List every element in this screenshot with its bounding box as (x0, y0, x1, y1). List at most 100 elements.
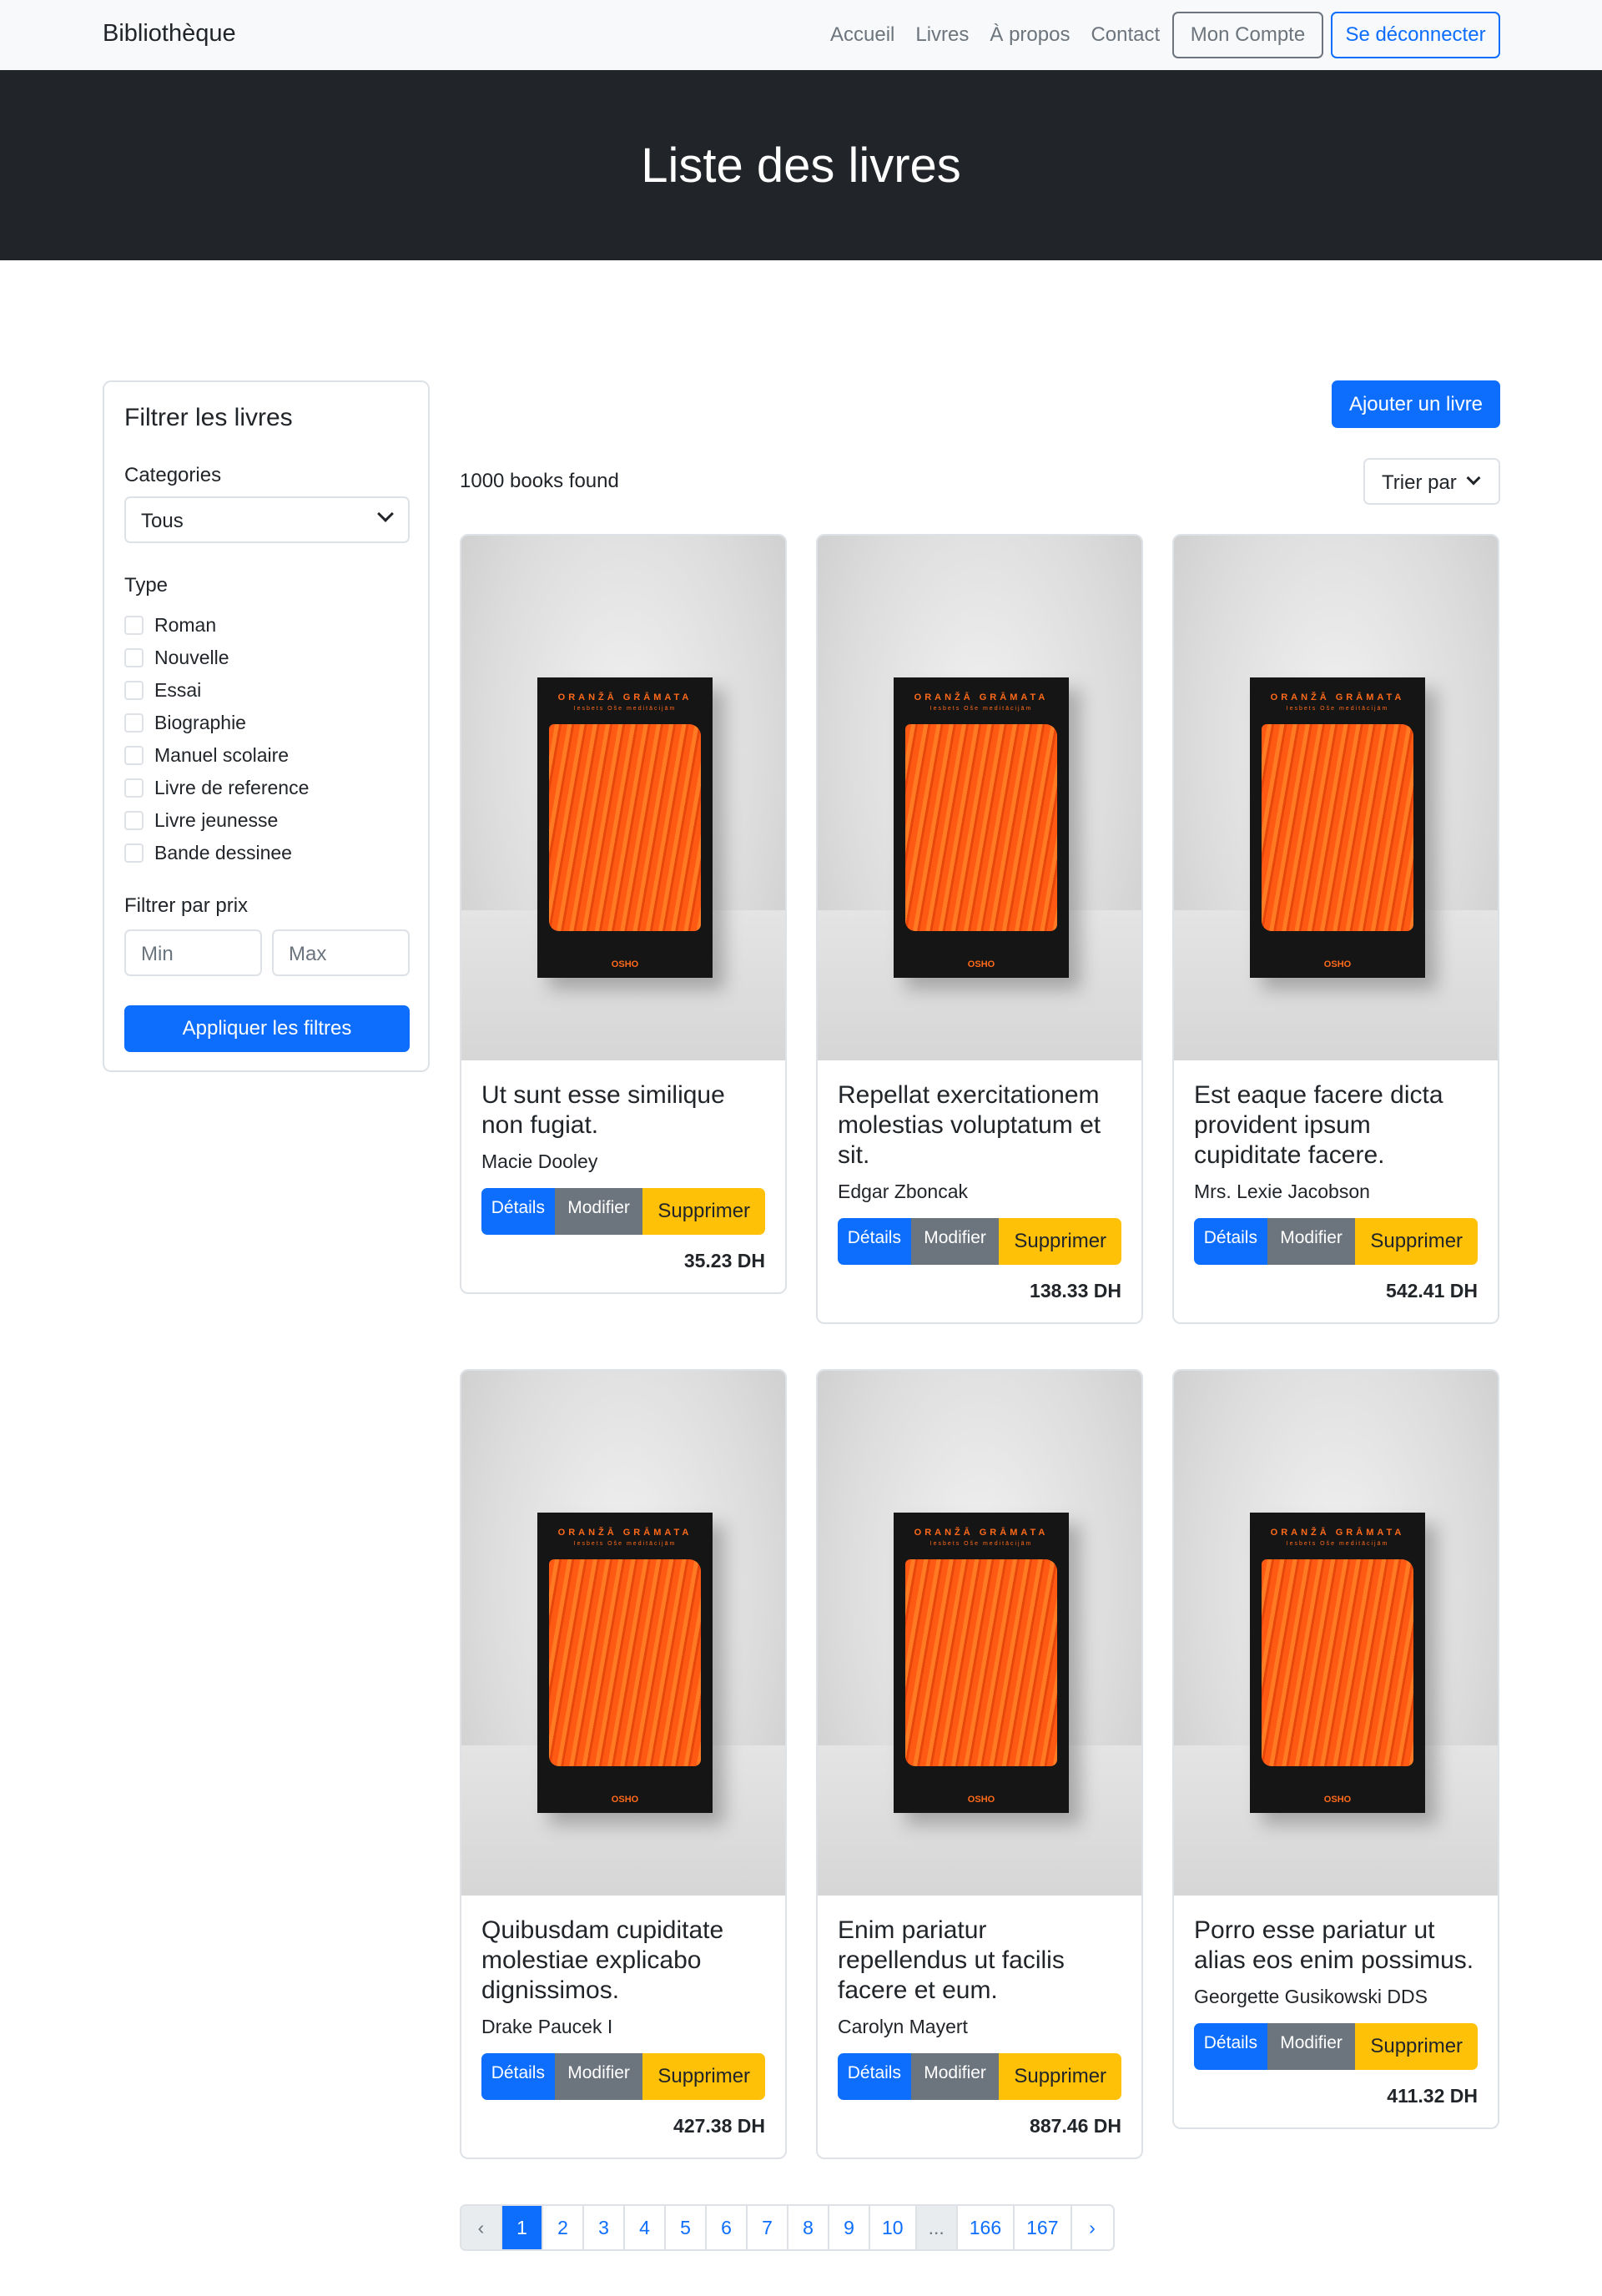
book-price: 411.32 DH (1387, 2085, 1478, 2107)
type-option-label: Essai (154, 679, 202, 701)
pagination-page[interactable]: 7 (748, 2206, 788, 2249)
edit-button[interactable]: Modifier (910, 1218, 1000, 1265)
delete-button[interactable]: Supprimer (1355, 1218, 1478, 1265)
type-option-nouvelle[interactable]: Nouvelle (124, 642, 309, 674)
min-price-input[interactable]: Min (124, 929, 262, 976)
checkbox[interactable] (124, 681, 144, 700)
type-option-bande-dessinee[interactable]: Bande dessinee (124, 837, 309, 869)
checkbox[interactable] (124, 616, 144, 635)
book-title: Porro esse pariatur ut alias eos enim po… (1194, 1916, 1474, 1974)
card-actions: Détails Modifier Supprimer (838, 2053, 1121, 2100)
type-option-livre-de-reference[interactable]: Livre de reference (124, 772, 309, 804)
nav-link-contact[interactable]: Contact (1091, 23, 1160, 47)
pagination-page[interactable]: 8 (788, 2206, 829, 2249)
pagination-page[interactable]: 1 (502, 2206, 543, 2249)
book-author: Macie Dooley (481, 1151, 598, 1172)
type-option-roman[interactable]: Roman (124, 609, 309, 642)
cover-publisher: OSHO (611, 959, 639, 969)
book-price: 542.41 DH (1386, 1280, 1478, 1302)
filter-panel: Filtrer les livres Categories Tous Type … (103, 380, 430, 1072)
book-cover-image: ORANŽĀ GRĀMATA Iesbets Oše meditācijām OSH… (461, 1371, 785, 1896)
pagination-next[interactable]: › (1071, 2206, 1113, 2249)
type-option-manuel-scolaire[interactable]: Manuel scolaire (124, 739, 309, 772)
cover-subtitle: Iesbets Oše meditācijām (929, 706, 1033, 712)
pagination-prev[interactable]: ‹ (461, 2206, 502, 2249)
checkbox[interactable] (124, 746, 144, 765)
delete-button[interactable]: Supprimer (1355, 2023, 1478, 2070)
pagination-page[interactable]: 5 (666, 2206, 707, 2249)
book-cover-image: ORANŽĀ GRĀMATA Iesbets Oše meditācijām OSH… (1174, 536, 1498, 1060)
details-button[interactable]: Détails (481, 1188, 555, 1235)
account-button[interactable]: Mon Compte (1172, 12, 1323, 58)
max-price-input[interactable]: Max (272, 929, 410, 976)
pagination-page[interactable]: 10 (870, 2206, 917, 2249)
type-option-livre-jeunesse[interactable]: Livre jeunesse (124, 804, 309, 837)
checkbox[interactable] (124, 648, 144, 667)
delete-button[interactable]: Supprimer (999, 2053, 1121, 2100)
cover-subtitle: Iesbets Oše meditācijām (573, 1541, 677, 1547)
categories-selected-value: Tous (141, 510, 184, 532)
cover-title: ORANŽĀ GRĀMATA (1270, 1528, 1405, 1538)
book-title: Quibusdam cupiditate molestiae explicabo… (481, 1916, 724, 2004)
delete-button[interactable]: Supprimer (642, 1188, 765, 1235)
pagination-page[interactable]: 167 (1015, 2206, 1072, 2249)
pagination-page[interactable]: 6 (707, 2206, 748, 2249)
pagination-page[interactable]: 9 (829, 2206, 870, 2249)
book-author: Mrs. Lexie Jacobson (1194, 1181, 1370, 1202)
cover-title: ORANŽĀ GRĀMATA (1270, 692, 1405, 702)
type-option-essai[interactable]: Essai (124, 674, 309, 707)
book-cover-image: ORANŽĀ GRĀMATA Iesbets Oše meditācijām OSH… (461, 536, 785, 1060)
pagination: ‹ 1 2 3 4 5 6 7 8 9 10 ... 166 167 › (460, 2204, 1115, 2251)
sort-label: Trier par (1382, 471, 1457, 494)
checkbox[interactable] (124, 713, 144, 733)
hero-banner: Liste des livres (0, 70, 1602, 260)
book-title: Est eaque facere dicta provident ipsum c… (1194, 1081, 1443, 1169)
cover-title: ORANŽĀ GRĀMATA (557, 1528, 693, 1538)
nav-link-a-propos[interactable]: À propos (990, 23, 1070, 47)
delete-button[interactable]: Supprimer (999, 1218, 1121, 1265)
delete-button[interactable]: Supprimer (642, 2053, 765, 2100)
book-author: Carolyn Mayert (838, 2016, 968, 2037)
edit-button[interactable]: Modifier (554, 1188, 643, 1235)
book-title: Enim pariatur repellendus ut facilis fac… (838, 1916, 1065, 2004)
edit-button[interactable]: Modifier (910, 2053, 1000, 2100)
book-cover-image: ORANŽĀ GRĀMATA Iesbets Oše meditācijām OSH… (818, 1371, 1141, 1896)
card-actions: Détails Modifier Supprimer (481, 1188, 765, 1235)
logout-button[interactable]: Se déconnecter (1331, 12, 1500, 58)
checkbox[interactable] (124, 843, 144, 863)
card-actions: Détails Modifier Supprimer (1194, 1218, 1478, 1265)
book-cover-art: ORANŽĀ GRĀMATA Iesbets Oše meditācijām OSH… (1250, 1513, 1425, 1813)
edit-button[interactable]: Modifier (1267, 1218, 1356, 1265)
cover-publisher: OSHO (967, 959, 995, 969)
apply-filters-button[interactable]: Appliquer les filtres (124, 1005, 410, 1052)
categories-select[interactable]: Tous (124, 496, 410, 543)
cover-publisher: OSHO (967, 1795, 995, 1805)
cover-title: ORANŽĀ GRĀMATA (914, 692, 1049, 702)
edit-button[interactable]: Modifier (1267, 2023, 1356, 2070)
pagination-page[interactable]: 4 (625, 2206, 666, 2249)
sort-dropdown[interactable]: Trier par (1363, 458, 1500, 505)
details-button[interactable]: Détails (1194, 1218, 1267, 1265)
details-button[interactable]: Détails (838, 2053, 911, 2100)
details-button[interactable]: Détails (481, 2053, 555, 2100)
pagination-page[interactable]: 3 (584, 2206, 625, 2249)
book-price: 427.38 DH (673, 2115, 765, 2137)
nav-link-livres[interactable]: Livres (915, 23, 969, 47)
type-option-label: Livre jeunesse (154, 809, 279, 831)
type-option-label: Biographie (154, 712, 246, 733)
pagination-page[interactable]: 2 (543, 2206, 584, 2249)
details-button[interactable]: Détails (1194, 2023, 1267, 2070)
book-author: Georgette Gusikowski DDS (1194, 1986, 1428, 2007)
edit-button[interactable]: Modifier (554, 2053, 643, 2100)
details-button[interactable]: Détails (838, 1218, 911, 1265)
brand-logo[interactable]: Bibliothèque (103, 20, 236, 48)
type-option-biographie[interactable]: Biographie (124, 707, 309, 739)
pagination-page[interactable]: 166 (957, 2206, 1015, 2249)
cover-subtitle: Iesbets Oše meditācijām (1286, 1541, 1389, 1547)
checkbox[interactable] (124, 778, 144, 798)
checkbox[interactable] (124, 811, 144, 830)
add-book-button[interactable]: Ajouter un livre (1332, 380, 1500, 428)
book-title: Ut sunt esse similique non fugiat. (481, 1081, 725, 1139)
book-card: ORANŽĀ GRĀMATA Iesbets Oše meditācijām OSH… (1172, 1369, 1499, 2129)
nav-link-accueil[interactable]: Accueil (830, 23, 894, 47)
